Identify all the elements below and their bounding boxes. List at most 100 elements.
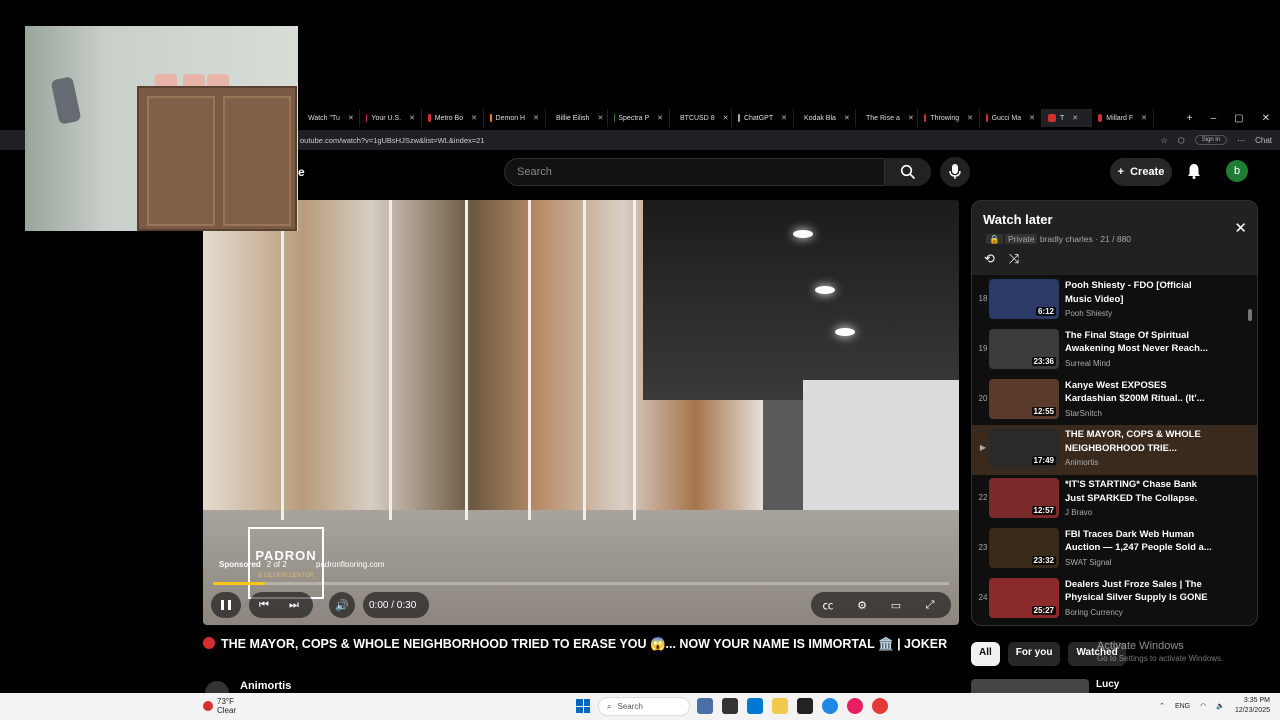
- browser-tab[interactable]: Your U.S. ✕: [360, 109, 422, 127]
- chrome-icon[interactable]: [872, 698, 888, 714]
- notifications-button[interactable]: [1184, 161, 1204, 181]
- playlist-title[interactable]: Watch later: [983, 212, 1053, 227]
- previous-icon[interactable]: ⏮: [249, 592, 279, 618]
- account-avatar[interactable]: b: [1226, 160, 1248, 182]
- video-thumbnail[interactable]: 6:12: [989, 279, 1059, 319]
- playlist-item[interactable]: ▶ 17:49 THE MAYOR, COPS & WHOLE NEIGHBORHO…: [972, 425, 1257, 476]
- browser-tab[interactable]: The Rise a ✕: [856, 109, 918, 127]
- tab-close-icon[interactable]: ✕: [409, 114, 415, 122]
- playlist-item-title[interactable]: *IT'S STARTING* Chase Bank Just SPARKED …: [1065, 478, 1215, 505]
- tab-close-icon[interactable]: ✕: [657, 114, 663, 122]
- browser-tab[interactable]: Billie Eilish ✕: [546, 109, 608, 127]
- task-view-icon[interactable]: [722, 698, 738, 714]
- chevron-up-icon[interactable]: ⌃: [1159, 702, 1165, 710]
- youtube-logo[interactable]: e: [298, 165, 305, 179]
- playlist-item-channel[interactable]: Surreal Mind: [1065, 359, 1110, 368]
- browser-tab[interactable]: Metro Bo ✕: [422, 109, 484, 127]
- channel-name[interactable]: Animortis: [240, 680, 291, 692]
- video-thumbnail[interactable]: 23:36: [989, 328, 1059, 369]
- more-icon[interactable]: ⋯: [1237, 136, 1245, 145]
- browser-tab[interactable]: Kodak Bla ✕: [794, 109, 856, 127]
- star-icon[interactable]: ☆: [1161, 136, 1168, 145]
- browser-tab[interactable]: Spectra P ✕: [608, 109, 670, 127]
- windows-start-icon[interactable]: [576, 699, 590, 713]
- clock[interactable]: 3:35 PM 12/23/2025: [1235, 696, 1270, 716]
- maximize-button[interactable]: ▢: [1234, 113, 1243, 124]
- browser-tab[interactable]: Throwing ✕: [918, 109, 980, 127]
- playlist-item-channel[interactable]: Boring Currency: [1065, 608, 1123, 617]
- extensions-icon[interactable]: ⬡: [1178, 136, 1185, 145]
- create-button[interactable]: + Create: [1110, 158, 1172, 186]
- browser-tab[interactable]: Demon H ✕: [484, 109, 546, 127]
- shuffle-icon[interactable]: ⤨: [1009, 251, 1019, 267]
- playlist-item[interactable]: 20 12:55 Kanye West EXPOSES Kardashian $20…: [972, 376, 1257, 426]
- search-input[interactable]: Search: [504, 158, 885, 186]
- language-indicator[interactable]: ENG: [1175, 703, 1190, 710]
- next-title[interactable]: Lucy: [1096, 679, 1119, 690]
- captions-icon[interactable]: ㏄: [811, 592, 845, 618]
- widgets-icon[interactable]: [697, 698, 713, 714]
- playlist-item[interactable]: 22 12:57 *IT'S STARTING* Chase Bank Just S…: [972, 475, 1257, 525]
- pause-button[interactable]: [211, 592, 241, 618]
- next-thumbnail[interactable]: [971, 679, 1089, 693]
- browser-tab[interactable]: Watch "Tu ✕: [298, 109, 360, 127]
- file-explorer-icon[interactable]: [772, 698, 788, 714]
- browser-tab[interactable]: Gucci Ma ✕: [980, 109, 1042, 127]
- edge-icon[interactable]: [822, 698, 838, 714]
- theater-mode-icon[interactable]: ▭: [879, 592, 913, 618]
- browser-tab[interactable]: BTCUSD 8 ✕: [670, 109, 732, 127]
- next-list-item[interactable]: Lucy: [971, 679, 1258, 693]
- wifi-icon[interactable]: ◠: [1200, 702, 1206, 710]
- voice-search-button[interactable]: [940, 157, 970, 187]
- tab-close-icon[interactable]: ✕: [1072, 114, 1078, 122]
- video-thumbnail[interactable]: 25:27: [989, 577, 1059, 618]
- playlist-item-title[interactable]: Dealers Just Froze Sales | The Physical …: [1065, 578, 1215, 605]
- new-tab-button[interactable]: +: [1187, 113, 1193, 124]
- settings-icon[interactable]: ⚙: [845, 592, 879, 618]
- sign-in-button[interactable]: Sign in: [1194, 135, 1228, 145]
- playlist-item-channel[interactable]: SWAT Signal: [1065, 558, 1112, 567]
- copilot-icon[interactable]: [847, 698, 863, 714]
- tab-close-icon[interactable]: ✕: [597, 114, 603, 122]
- tab-close-icon[interactable]: ✕: [908, 114, 914, 122]
- tab-close-icon[interactable]: ✕: [781, 114, 787, 122]
- x-app-icon[interactable]: [797, 698, 813, 714]
- channel-avatar[interactable]: [205, 681, 229, 693]
- filter-chip[interactable]: For you: [1007, 642, 1061, 666]
- browser-tab[interactable]: T ✕: [1042, 109, 1092, 127]
- playlist-item[interactable]: 23 23:32 FBI Traces Dark Web Human Auction…: [972, 525, 1257, 575]
- ad-url[interactable]: padronflooring.com: [316, 560, 384, 569]
- loop-icon[interactable]: ⟲: [984, 251, 995, 267]
- playlist-item-channel[interactable]: StarSnitch: [1065, 409, 1102, 418]
- close-window-button[interactable]: ✕: [1262, 113, 1270, 124]
- minimize-button[interactable]: –: [1211, 113, 1217, 124]
- close-icon[interactable]: ✕: [1234, 219, 1247, 237]
- url-text[interactable]: outube.com/watch?v=1gUBsHJSzw&list=WL&in…: [300, 136, 484, 145]
- tab-close-icon[interactable]: ✕: [471, 114, 477, 122]
- playlist-item-title[interactable]: The Final Stage Of Spiritual Awakening M…: [1065, 329, 1215, 356]
- playlist-item-channel[interactable]: Pooh Shiesty: [1065, 309, 1112, 318]
- weather-widget[interactable]: 73°F Clear: [203, 697, 236, 715]
- fullscreen-icon[interactable]: ⤢: [913, 592, 947, 618]
- tab-close-icon[interactable]: ✕: [348, 114, 354, 122]
- playlist-item[interactable]: 18 6:12 Pooh Shiesty - FDO [Official Music…: [972, 276, 1257, 326]
- scrollbar-thumb[interactable]: [1248, 309, 1252, 321]
- browser-tab[interactable]: ChatGPT ✕: [732, 109, 794, 127]
- video-player[interactable]: PADRON & DESIGN CENTER Sponsored 2 of 2 …: [203, 200, 959, 625]
- playlist-owner[interactable]: bradly charles: [1040, 234, 1093, 244]
- speaker-icon[interactable]: 🔈: [1216, 702, 1225, 710]
- store-icon[interactable]: [747, 698, 763, 714]
- playlist-item-title[interactable]: THE MAYOR, COPS & WHOLE NEIGHBORHOOD TRI…: [1065, 428, 1215, 455]
- taskbar-search[interactable]: ⌕ Search: [598, 697, 690, 716]
- playlist-item-title[interactable]: FBI Traces Dark Web Human Auction — 1,24…: [1065, 528, 1215, 555]
- video-thumbnail[interactable]: 23:32: [989, 527, 1059, 568]
- playlist-item[interactable]: 24 25:27 Dealers Just Froze Sales | The Ph…: [972, 575, 1257, 625]
- filter-chip[interactable]: All: [971, 642, 1000, 666]
- chat-button[interactable]: Chat: [1255, 136, 1272, 145]
- tab-close-icon[interactable]: ✕: [1029, 114, 1035, 122]
- video-thumbnail[interactable]: 12:55: [989, 378, 1059, 419]
- next-icon[interactable]: ⏭: [279, 592, 309, 618]
- playlist-item-channel[interactable]: Animortis: [1065, 458, 1098, 467]
- tab-close-icon[interactable]: ✕: [1141, 114, 1147, 122]
- playlist-item-channel[interactable]: J Bravo: [1065, 508, 1092, 517]
